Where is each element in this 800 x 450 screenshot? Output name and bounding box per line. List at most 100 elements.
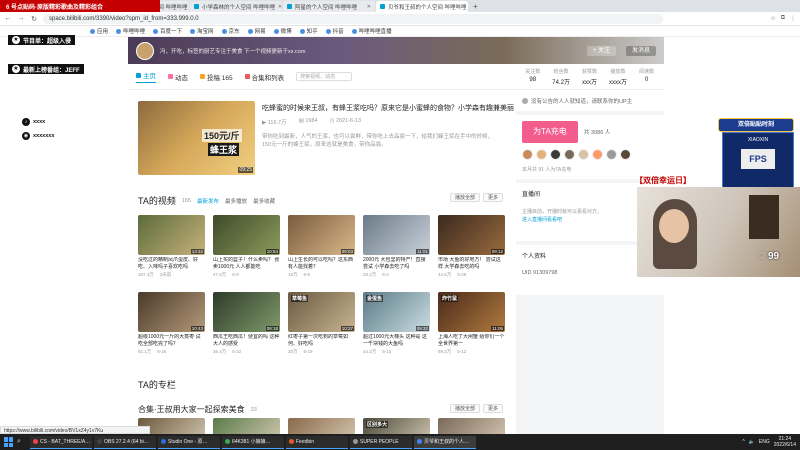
video-title[interactable]: 2000元 大包里的特产！直接 尝试 小学森去吃了吗 (363, 257, 430, 270)
video-thumbnail[interactable]: 草莓鱼 10:37 (288, 292, 355, 332)
taskbar-app[interactable]: SUPER PEOPLE (350, 435, 412, 449)
clock[interactable]: 21:24 2022/6/14 (774, 436, 796, 448)
url-input[interactable]: space.bilibili.com/3390/video?spm_id_fro… (43, 13, 663, 24)
windows-start-icon[interactable] (4, 437, 14, 447)
bookmark-item[interactable]: 抖音 (325, 27, 344, 35)
video-title[interactable]: 超过1000元大棵头 这种是 这 一千块钱的大鱼吗 (363, 334, 430, 347)
search-icon[interactable]: ⌕ (17, 438, 27, 446)
tray-arrow-icon[interactable]: ^ (742, 439, 744, 445)
bookmark-item[interactable]: 微博 (273, 27, 292, 35)
video-title[interactable]: 山上生长的可以吃吗？这东西 有人能找着？ (288, 257, 355, 270)
fan-avatar[interactable] (522, 149, 533, 160)
browser-tab[interactable]: 小学森林的个人空间 哔哩哔哩 ✕ (190, 1, 282, 12)
section-title[interactable]: TA的视频 (138, 194, 176, 207)
tab-0[interactable]: 主页 (136, 70, 156, 83)
sort-newest[interactable]: 最新发布 (197, 197, 219, 205)
video-card[interactable]: 炸竹鼠 11:05 上海人吃了大闸蟹 给你们一个 全世界第一 59.2万 5-12 (438, 292, 505, 364)
video-title[interactable]: 市场 大鱼的好地方！ 尝试这样 大学森去吃的吗 (438, 257, 505, 270)
close-icon[interactable]: ✕ (278, 4, 282, 10)
bookmark-item[interactable]: 淘宝网 (190, 27, 214, 35)
browser-tab[interactable]: 贝爷和王叔的个人空间 哔哩哔哩✕ (376, 1, 468, 12)
fan-avatar[interactable] (564, 149, 575, 160)
tab-2[interactable]: 投稿 165 (200, 70, 233, 83)
featured-thumbnail[interactable]: 150元/斤 蜂王浆 09:25 (138, 101, 255, 175)
video-thumbnail[interactable]: 金蛋鱼 09:32 (363, 292, 430, 332)
video-thumbnail[interactable]: 09:03 (288, 215, 355, 255)
stat-item[interactable]: 粉丝数 74.2万 (552, 68, 570, 86)
taskbar-app[interactable]: OBS 27.2.4 (64 bi… (94, 435, 156, 449)
bookmark-item[interactable]: 京东 (221, 27, 240, 35)
forward-icon[interactable]: → (17, 15, 25, 22)
fan-avatar[interactable] (606, 149, 617, 160)
video-thumbnail[interactable]: 10:54 (213, 215, 280, 255)
fan-avatar[interactable] (550, 149, 561, 160)
bookmark-item[interactable]: 百度一下 (153, 27, 182, 35)
video-title[interactable]: 上海人吃了大闸蟹 给你们一个 全世界第一 (438, 334, 505, 347)
collection-title[interactable]: 合集·王叔用大家一起探索美食 (138, 404, 245, 415)
star-icon[interactable]: ☆ (770, 15, 775, 22)
taskbar-app[interactable]: Feedbin (286, 435, 348, 449)
taskbar-app[interactable]: 64K381 小娘娘… (222, 435, 284, 449)
browser-tab[interactable]: 阿星的个人空间 哔哩哔哩 ✕ (283, 1, 375, 12)
video-title[interactable]: 西瓜王吃西瓜！便宜的吗 这种 大人的感受 (213, 334, 280, 347)
bookmark-item[interactable]: 网易 (247, 27, 266, 35)
video-title[interactable]: 没吃过的精制凤爪蛋皮、好吃、入味吗子喜欢吃吗 (138, 257, 205, 270)
video-thumbnail[interactable]: 08:18 (213, 292, 280, 332)
follow-button[interactable]: + 关注 (586, 45, 616, 56)
taskbar-app[interactable]: Studio One - 原… (158, 435, 220, 449)
space-search-input[interactable]: 搜索视频、动态 (296, 72, 353, 81)
menu-icon[interactable]: ⋮ (790, 15, 796, 22)
bookmark-item[interactable]: 哔哩哔哩 (116, 27, 145, 35)
fan-avatar[interactable] (592, 149, 603, 160)
video-card[interactable]: 10:43 超级1000元一斤的大蒸枣 试吃全部吃完了吗？ 81.1万 5-26 (138, 292, 205, 364)
featured-title[interactable]: 吃蜂蜜的时候来王叔，有蜂王浆吃吗？原来它是小蜜蜂的食物？小学森有趣兼美丽 (262, 103, 514, 113)
fan-avatar[interactable] (620, 149, 631, 160)
bookmark-item[interactable]: 知乎 (299, 27, 318, 35)
new-tab-icon[interactable]: + (469, 1, 482, 12)
video-card[interactable]: 草莓鱼 10:37 红枣子第一次吃到的草莓如何、好吃吗 30万 5-19 (288, 292, 355, 364)
video-card[interactable]: 10:54 山上买的篮子！什么卖吗？ 张卖1000元 人人都能吃 47.6万 6-9 (213, 215, 280, 287)
stat-item[interactable]: 阅读数 0 (639, 68, 654, 86)
collection-more-button[interactable]: 更多 (482, 404, 503, 413)
video-title[interactable]: 超级1000元一斤的大蒸枣 试吃全部吃完了吗？ (138, 334, 205, 347)
video-thumbnail[interactable]: 炸竹鼠 11:05 (438, 292, 505, 332)
video-title[interactable]: 红枣子第一次吃到的草莓如何、好吃吗 (288, 334, 355, 347)
video-title[interactable]: 山上买的篮子！什么卖吗？ 张卖1000元 人人都能吃 (213, 257, 280, 270)
collection-play-all-button[interactable]: 播放全部 (449, 404, 480, 413)
language[interactable]: ENG (759, 439, 770, 445)
tab-3[interactable]: 合集和列表 (244, 70, 284, 83)
stat-item[interactable]: 关注数 98 (525, 68, 540, 86)
video-card[interactable]: 13:32 没吃过的精制凤爪蛋皮、好吃、入味吗子喜欢吃吗 107.4万 3天前 (138, 215, 205, 287)
taskbar-app[interactable]: 贝爷和王叔的个人… (414, 435, 476, 449)
fan-avatar[interactable] (536, 149, 547, 160)
volume-icon[interactable]: 🔈 (749, 439, 755, 445)
video-card[interactable]: 11:01 2000元 大包里的特产！直接 尝试 小学森去吃了吗 28.2万 6-2 (363, 215, 430, 287)
video-thumbnail[interactable]: 09:12 (438, 215, 505, 255)
featured-video[interactable]: 150元/斤 蜂王浆 09:25 吃蜂蜜的时候来王叔，有蜂王浆吃吗？原来它是小蜜… (138, 101, 514, 179)
extension-icon[interactable]: ⧉ (781, 15, 785, 22)
video-card[interactable]: 09:12 市场 大鱼的好地方！ 尝试这样 大学森去吃的吗 44.5万 5-29 (438, 215, 505, 287)
tab-1[interactable]: 动态 (168, 70, 188, 83)
back-icon[interactable]: ← (4, 15, 12, 22)
column-title[interactable]: TA的专栏 (138, 378, 176, 391)
avatar[interactable] (136, 41, 154, 60)
video-thumbnail[interactable]: 13:32 (138, 215, 205, 255)
sort-most-played[interactable]: 最多播放 (225, 197, 247, 205)
bookmark-item[interactable]: 哔哩哔哩直播 (351, 27, 392, 35)
stat-item[interactable]: 播放数 xxxx万 (609, 68, 627, 86)
video-card[interactable]: 金蛋鱼 09:32 超过1000元大棵头 这种是 这 一千块钱的大鱼吗 44.3万 5-… (363, 292, 430, 364)
message-button[interactable]: 发消息 (625, 45, 656, 56)
fan-avatar[interactable] (578, 149, 589, 160)
bookmark-item[interactable]: 应用 (90, 27, 108, 35)
reload-icon[interactable]: ↻ (30, 15, 38, 23)
sort-most-favorited[interactable]: 最多收藏 (253, 197, 275, 205)
stat-item[interactable]: 获赞数 xxx万 (582, 68, 597, 86)
more-button[interactable]: 更多 (482, 193, 503, 202)
video-thumbnail[interactable]: 11:01 (363, 215, 430, 255)
video-card[interactable]: 09:03 山上生长的可以吃吗？这东西 有人能找着？ 15万 6-5 (288, 215, 355, 287)
charge-button[interactable]: 为TA充电 (522, 121, 578, 143)
live-room-link[interactable]: 进入直播间看看吧 (522, 217, 562, 223)
taskbar-app[interactable]: CS - BAT_THREE/A… (30, 435, 92, 449)
close-icon[interactable]: ✕ (367, 4, 371, 10)
video-thumbnail[interactable]: 10:43 (138, 292, 205, 332)
